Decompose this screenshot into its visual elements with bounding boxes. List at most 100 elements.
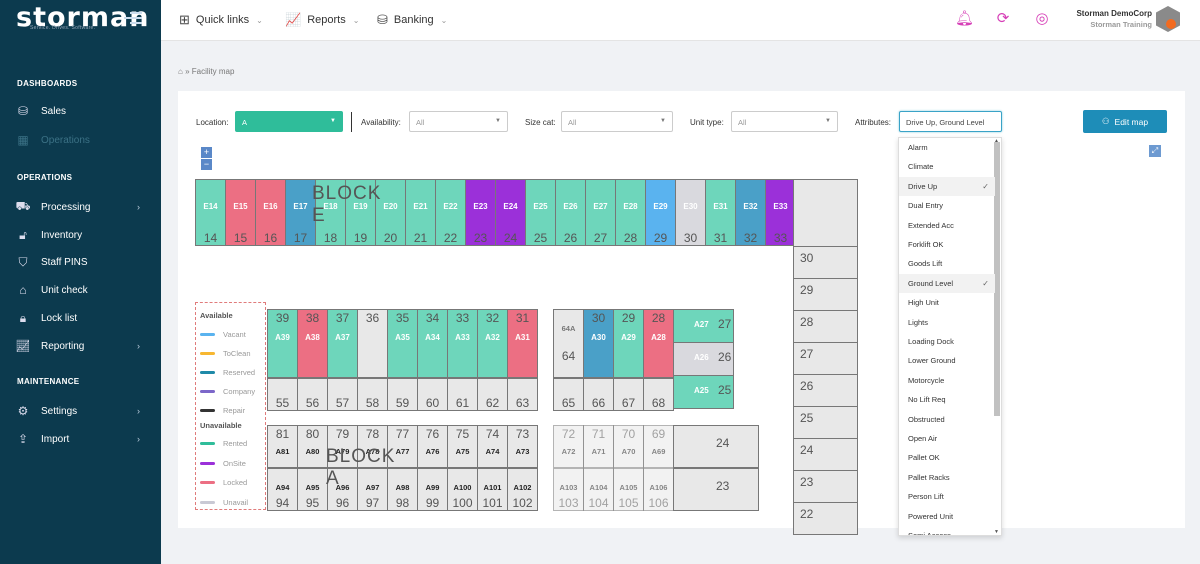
- map-unit[interactable]: E23 23: [465, 179, 496, 246]
- sidebar-item-unit-check[interactable]: ⌂ Unit check: [14, 280, 154, 300]
- unit-type-select[interactable]: All ▼: [731, 111, 838, 132]
- map-unit[interactable]: E16 16: [255, 179, 286, 246]
- sidebar-item-operations[interactable]: ▦ Operations: [14, 130, 154, 150]
- map-unit[interactable]: E28 28: [615, 179, 646, 246]
- map-unit[interactable]: E26 26: [555, 179, 586, 246]
- map-unit[interactable]: 68: [643, 378, 674, 411]
- attribute-option[interactable]: Powered Unit: [899, 507, 995, 526]
- map-unit[interactable]: 94 A94: [267, 468, 298, 511]
- sidebar-item-processing[interactable]: ⛟ Processing ›: [14, 197, 154, 217]
- map-unit[interactable]: E29 29: [645, 179, 676, 246]
- map-unit[interactable]: 33 A33: [447, 309, 478, 378]
- map-unit[interactable]: 25: [793, 406, 858, 439]
- map-unit[interactable]: 67: [613, 378, 644, 411]
- attribute-option[interactable]: Semi Access: [899, 526, 995, 535]
- attribute-option[interactable]: Pallet Racks: [899, 468, 995, 487]
- attribute-option[interactable]: Dual Entry: [899, 196, 995, 215]
- map-unit[interactable]: 36: [357, 309, 388, 378]
- hamburger-menu-icon[interactable]: [124, 12, 142, 26]
- map-unit[interactable]: 29 A29: [613, 309, 644, 378]
- map-unit[interactable]: 57: [327, 378, 358, 411]
- edit-map-button[interactable]: ⚇ Edit map: [1083, 110, 1167, 133]
- attribute-option[interactable]: Alarm: [899, 138, 995, 157]
- attribute-option[interactable]: Forklift OK: [899, 235, 995, 254]
- attributes-select[interactable]: Drive Up, Ground Level: [899, 111, 1002, 132]
- map-unit[interactable]: 58: [357, 378, 388, 411]
- map-unit[interactable]: 24: [793, 438, 858, 471]
- availability-select[interactable]: All ▼: [409, 111, 508, 132]
- zoom-in-button[interactable]: +: [201, 147, 212, 158]
- map-unit[interactable]: E22 22: [435, 179, 466, 246]
- map-unit[interactable]: 75 A75: [447, 425, 478, 468]
- map-unit[interactable]: 61: [447, 378, 478, 411]
- map-unit[interactable]: 23: [793, 470, 858, 503]
- map-unit[interactable]: 101 A101: [477, 468, 508, 511]
- map-unit[interactable]: 55: [267, 378, 298, 411]
- map-unit[interactable]: 26: [793, 374, 858, 407]
- bell-icon[interactable]: 🔔︎: [955, 9, 974, 27]
- map-unit[interactable]: 95 A95: [297, 468, 328, 511]
- quick-links-menu[interactable]: ⊞ Quick links ⌄: [179, 12, 263, 28]
- map-unit[interactable]: 34 A34: [417, 309, 448, 378]
- banking-menu[interactable]: ⛁ Banking ⌄: [377, 12, 447, 28]
- map-unit[interactable]: 76 A76: [417, 425, 448, 468]
- map-unit[interactable]: 74 A74: [477, 425, 508, 468]
- map-unit[interactable]: A25 25: [673, 375, 734, 409]
- map-unit[interactable]: 32 A32: [477, 309, 508, 378]
- location-select[interactable]: A ▼: [235, 111, 343, 132]
- map-unit[interactable]: E24 24: [495, 179, 526, 246]
- expand-icon[interactable]: ⤢: [1149, 145, 1161, 157]
- sync-icon[interactable]: ⟳: [995, 9, 1011, 27]
- attribute-option[interactable]: Climate: [899, 157, 995, 176]
- map-unit[interactable]: 99 A99: [417, 468, 448, 511]
- attribute-option[interactable]: Ground Level ✓: [899, 273, 995, 294]
- map-unit[interactable]: 30: [793, 246, 858, 279]
- map-unit[interactable]: 27: [793, 342, 858, 375]
- map-unit[interactable]: 60: [417, 378, 448, 411]
- sidebar-item-sales[interactable]: ⛁ Sales: [14, 101, 154, 121]
- reports-menu[interactable]: 📈 Reports ⌄: [285, 12, 359, 28]
- map-unit[interactable]: E15 15: [225, 179, 256, 246]
- user-icon[interactable]: ◎: [1034, 9, 1050, 27]
- sidebar-item-reporting[interactable]: 📈︎ Reporting ›: [14, 336, 154, 356]
- attribute-option[interactable]: Goods Lift: [899, 254, 995, 273]
- map-unit[interactable]: E25 25: [525, 179, 556, 246]
- map-unit[interactable]: 80 A80: [297, 425, 328, 468]
- attribute-option[interactable]: Extended Acc: [899, 216, 995, 235]
- attribute-option[interactable]: Obstructed: [899, 410, 995, 429]
- attribute-option[interactable]: No Lift Req: [899, 390, 995, 409]
- map-unit[interactable]: 64 64A: [553, 309, 584, 378]
- map-unit[interactable]: 38 A38: [297, 309, 328, 378]
- map-unit[interactable]: 29: [793, 278, 858, 311]
- map-unit[interactable]: 100 A100: [447, 468, 478, 511]
- map-unit[interactable]: 24: [673, 425, 759, 468]
- map-unit[interactable]: E27 27: [585, 179, 616, 246]
- map-unit[interactable]: 30 A30: [583, 309, 614, 378]
- map-unit[interactable]: 73 A73: [507, 425, 538, 468]
- home-icon[interactable]: ⌂: [178, 67, 183, 76]
- map-unit[interactable]: 81 A81: [267, 425, 298, 468]
- map-unit[interactable]: E30 30: [675, 179, 706, 246]
- map-unit[interactable]: 102 A102: [507, 468, 538, 511]
- map-unit[interactable]: E31 31: [705, 179, 736, 246]
- attribute-option[interactable]: Motorcycle: [899, 371, 995, 390]
- map-unit[interactable]: 37 A37: [327, 309, 358, 378]
- attribute-option[interactable]: Lower Ground: [899, 351, 995, 370]
- map-unit[interactable]: 72 A72: [553, 425, 584, 468]
- map-unit[interactable]: 39 A39: [267, 309, 298, 378]
- size-cat-select[interactable]: All ▼: [561, 111, 673, 132]
- map-unit[interactable]: [793, 179, 858, 247]
- map-unit[interactable]: A27 27: [673, 309, 734, 343]
- attribute-option[interactable]: Open Air: [899, 429, 995, 448]
- map-unit[interactable]: 23: [673, 468, 759, 511]
- sidebar-item-settings[interactable]: ⚙ Settings ›: [14, 401, 154, 421]
- attribute-option[interactable]: Drive Up ✓: [899, 176, 995, 197]
- map-unit[interactable]: 69 A69: [643, 425, 674, 468]
- sidebar-item-lock-list[interactable]: 🔒︎ Lock list: [14, 308, 154, 328]
- map-unit[interactable]: 28: [793, 310, 858, 343]
- map-unit[interactable]: 105 A105: [613, 468, 644, 511]
- map-unit[interactable]: E14 14: [195, 179, 226, 246]
- sidebar-item-inventory[interactable]: 🔓︎ Inventory: [14, 225, 154, 245]
- map-unit[interactable]: E32 32: [735, 179, 766, 246]
- map-unit[interactable]: 62: [477, 378, 508, 411]
